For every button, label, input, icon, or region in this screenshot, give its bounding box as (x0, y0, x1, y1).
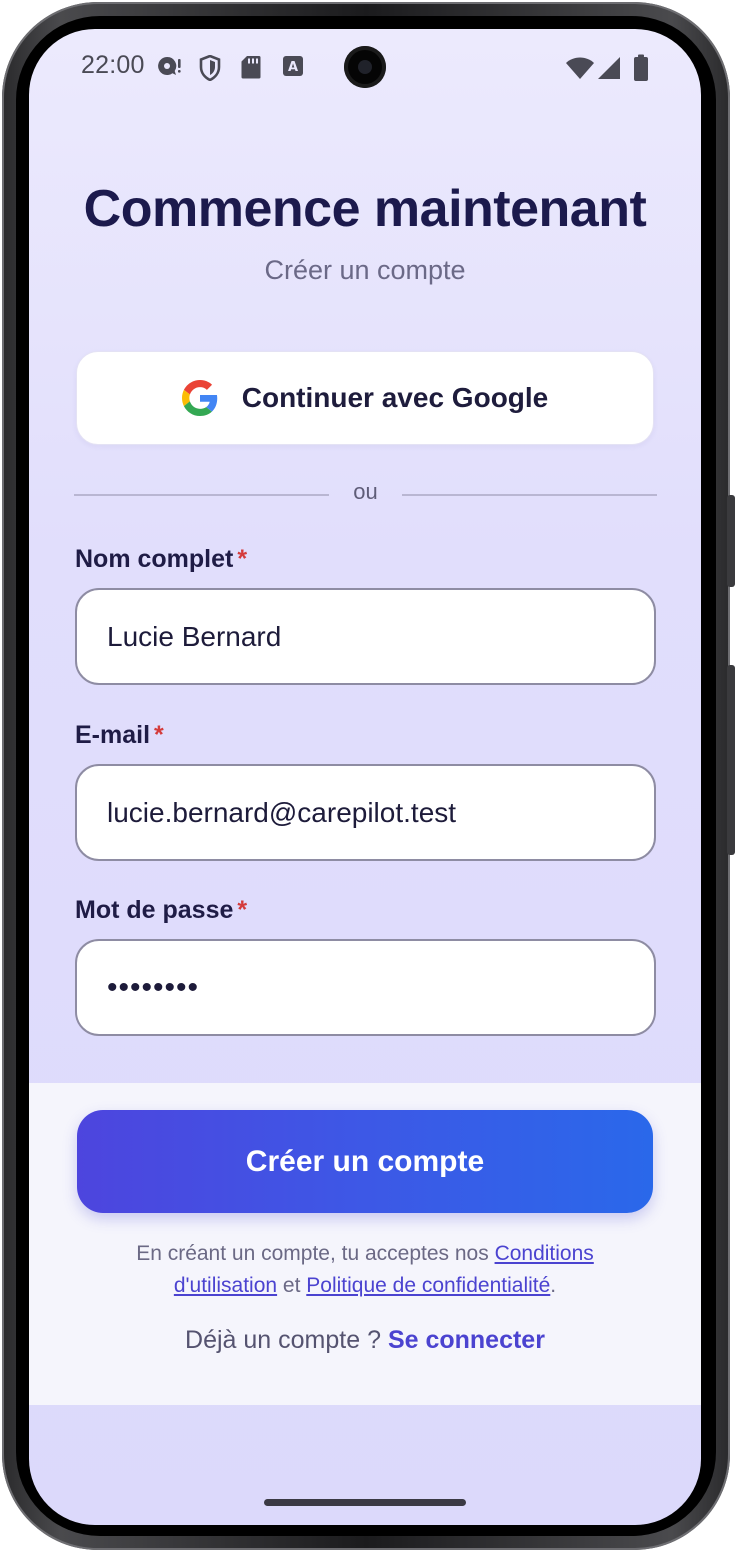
shield-icon (199, 55, 221, 81)
front-camera (344, 46, 386, 88)
cell-signal-icon (597, 56, 621, 80)
email-label: E-mail * (75, 721, 164, 750)
legal-conjunction: et (277, 1274, 307, 1297)
login-row: Déjà un compte ? Se connecter (29, 1326, 701, 1355)
legal-prefix: En créant un compte, tu acceptes nos (136, 1242, 495, 1265)
full-name-input[interactable] (75, 588, 656, 685)
sign-in-link[interactable]: Se connecter (388, 1326, 545, 1354)
status-time: 22:00 (81, 51, 145, 79)
email-label-text: E-mail (75, 721, 151, 749)
google-button-label: Continuer avec Google (241, 382, 549, 413)
page-title: Commence maintenant (83, 180, 647, 238)
volume-button (727, 665, 735, 855)
status-bar: 22:00 A (29, 29, 701, 105)
power-button (727, 495, 735, 587)
svg-text:A: A (288, 60, 298, 75)
email-input[interactable] (75, 764, 656, 861)
bottom-action-sheet: Créer un compte En créant un compte, tu … (29, 1083, 701, 1405)
login-prompt: Déjà un compte ? (185, 1326, 388, 1354)
or-divider: ou (74, 479, 657, 511)
legal-text: En créant un compte, tu acceptes nos Con… (89, 1238, 641, 1302)
create-account-button[interactable]: Créer un compte (77, 1110, 653, 1213)
legal-suffix: . (550, 1274, 557, 1297)
wifi-icon (565, 56, 595, 80)
full-name-label: Nom complet * (75, 545, 247, 574)
continue-with-google-button[interactable]: Continuer avec Google (76, 351, 654, 445)
screen: 22:00 A Commence maintenant Créer un com… (29, 29, 701, 1525)
password-label: Mot de passe * (75, 896, 247, 925)
password-input[interactable] (75, 939, 656, 1036)
required-mark: * (237, 896, 248, 924)
required-mark: * (154, 721, 164, 749)
text-recognition-icon: A (282, 55, 304, 77)
required-mark: * (237, 545, 248, 573)
full-name-label-text: Nom complet (75, 545, 234, 573)
chat-bubble-icon (156, 55, 182, 79)
page-subtitle: Créer un compte (264, 255, 466, 285)
privacy-policy-link[interactable]: Politique de confidentialité (306, 1274, 550, 1297)
divider-text: ou (353, 479, 378, 504)
google-logo-icon (181, 380, 218, 416)
battery-icon (633, 54, 649, 82)
home-indicator[interactable] (264, 1499, 466, 1506)
sd-card-icon (241, 55, 261, 79)
password-label-text: Mot de passe (75, 896, 234, 924)
